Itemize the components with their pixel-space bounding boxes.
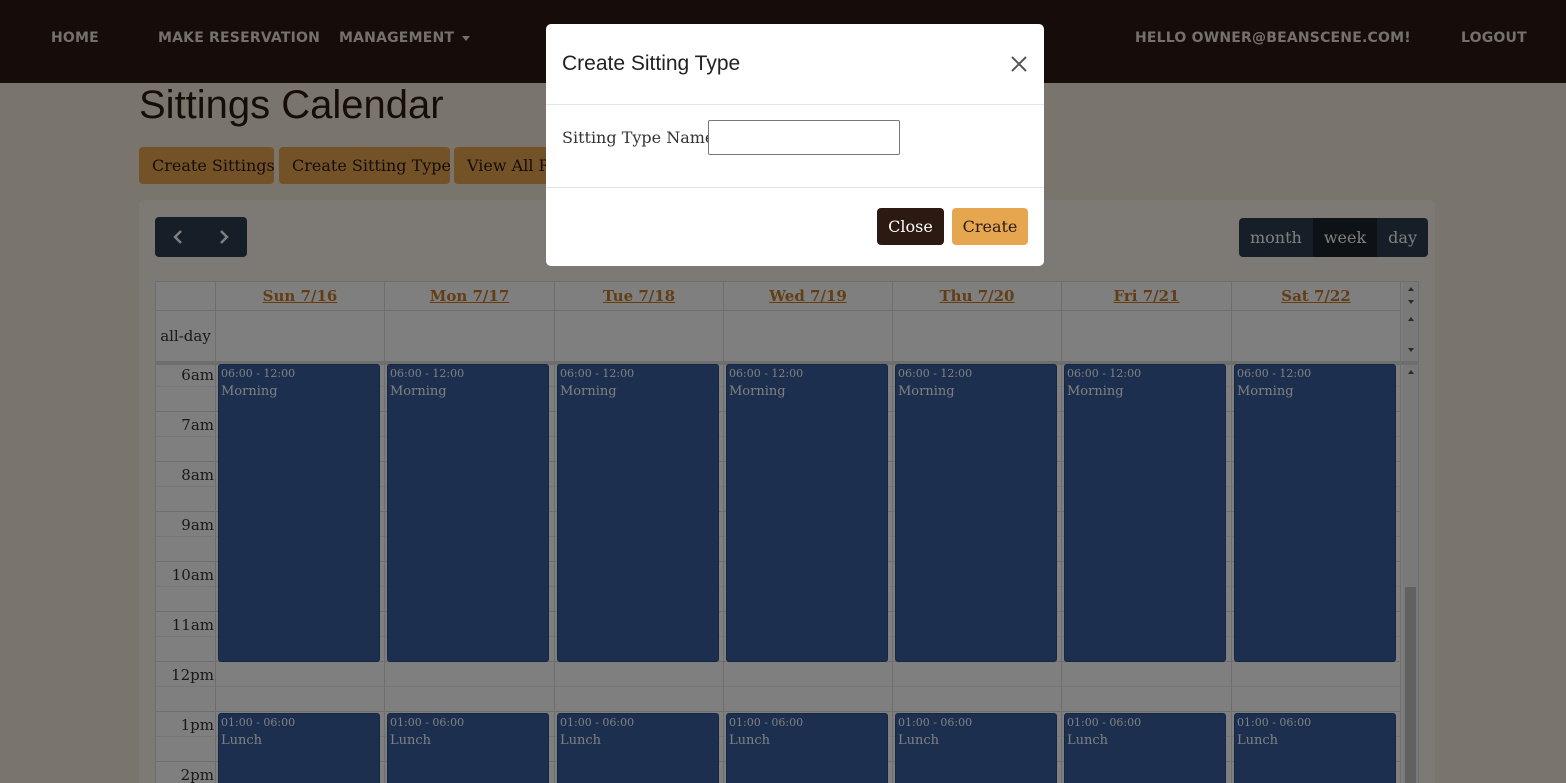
modal-footer-divider: [546, 187, 1044, 188]
sitting-type-name-input[interactable]: [708, 120, 900, 155]
create-sitting-type-modal: Create Sitting Type Sitting Type Name: C…: [546, 24, 1044, 266]
modal-header-divider: [546, 104, 1044, 105]
close-button[interactable]: Close: [877, 208, 944, 245]
close-icon[interactable]: [1009, 54, 1029, 74]
modal-title: Create Sitting Type: [562, 52, 741, 75]
sitting-type-name-label: Sitting Type Name:: [562, 128, 720, 147]
create-button[interactable]: Create: [952, 208, 1028, 245]
